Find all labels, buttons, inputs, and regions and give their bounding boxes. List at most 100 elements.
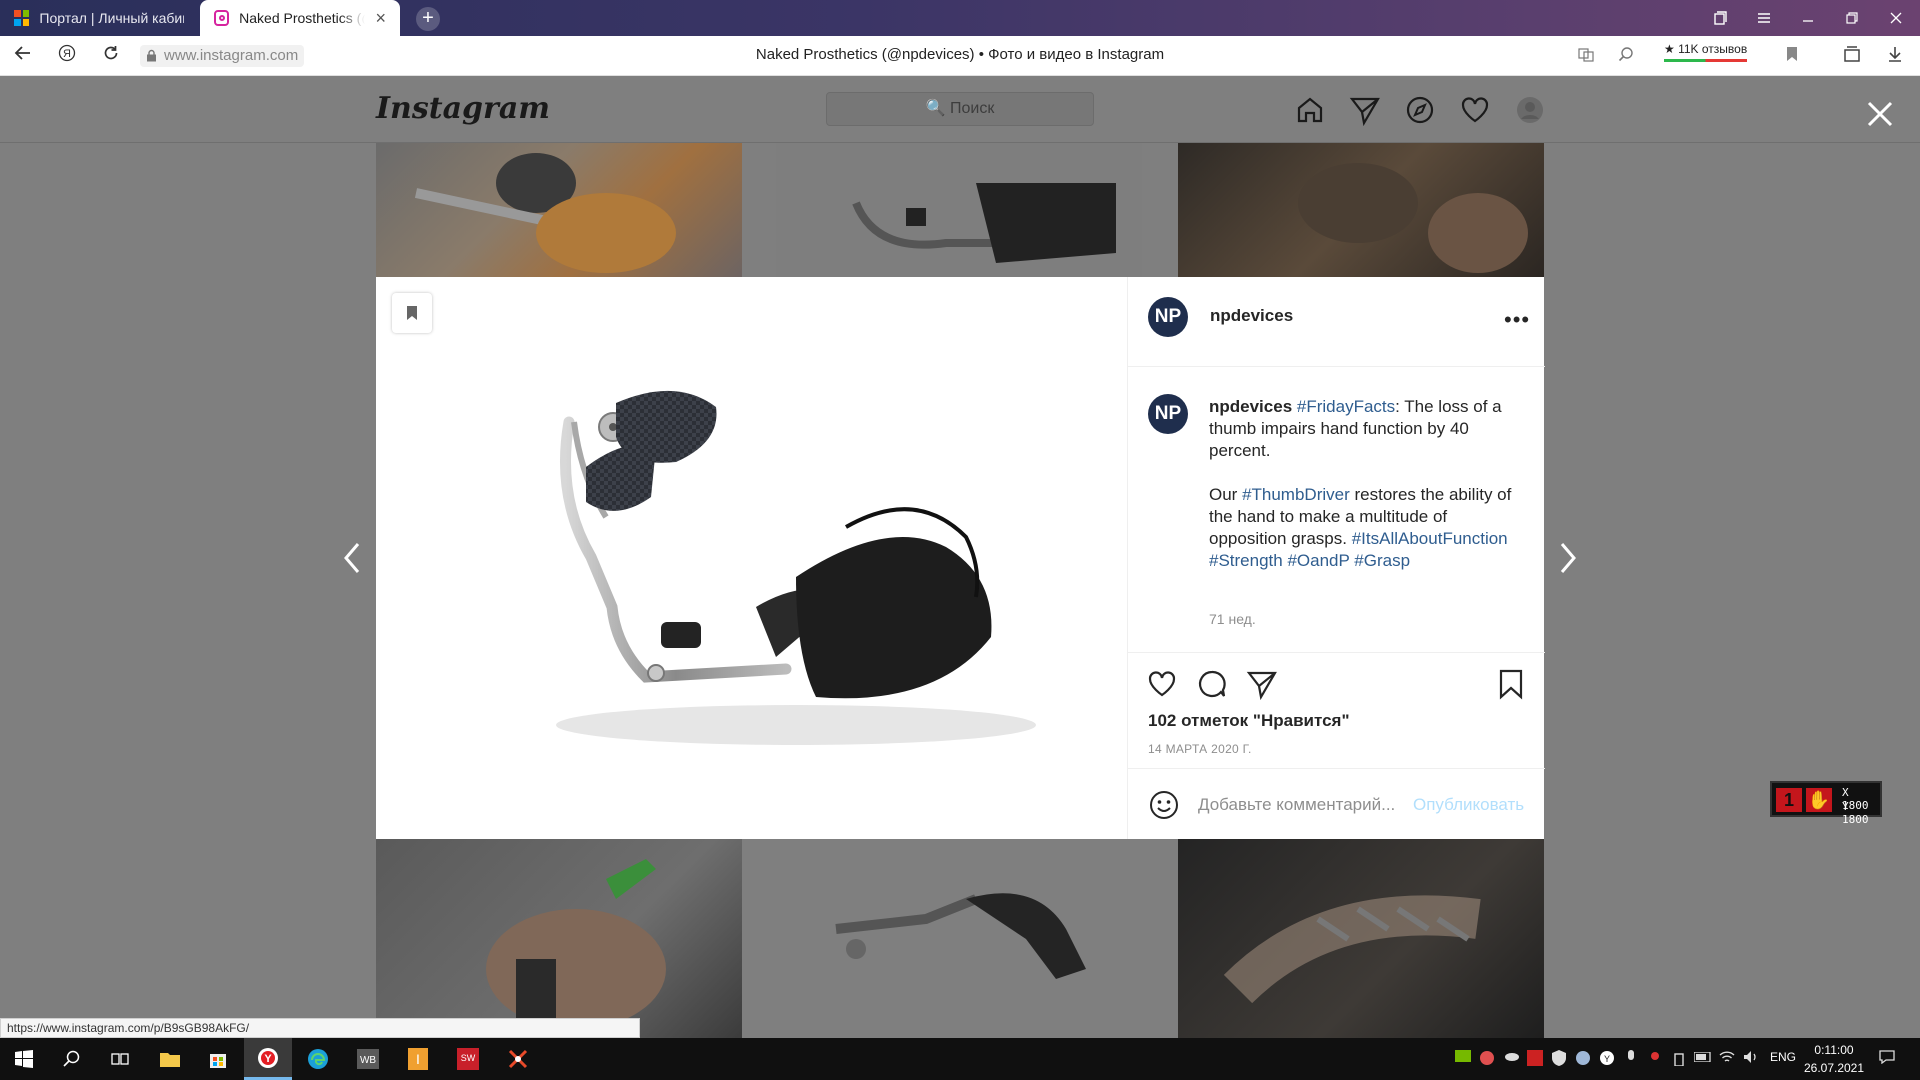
download-icon[interactable]	[1885, 46, 1905, 66]
start-windows-icon[interactable]	[0, 1038, 48, 1080]
tab-close-icon[interactable]: ×	[375, 8, 386, 29]
post-header: NP npdevices •••	[1128, 277, 1545, 367]
home-icon[interactable]	[1294, 94, 1326, 126]
comment-icon[interactable]	[1196, 668, 1228, 700]
like-heart-icon[interactable]	[1146, 668, 1178, 700]
mouse-coordinates-widget: 1 ✋ X 1800 Y 1800	[1770, 781, 1882, 826]
more-options-icon[interactable]: •••	[1504, 307, 1530, 333]
previous-arrow-icon[interactable]	[340, 540, 364, 576]
bookmark-icon[interactable]	[1782, 46, 1802, 66]
caption-avatar[interactable]: NP	[1148, 394, 1188, 434]
likes-label: отметок "Нравится"	[1176, 711, 1350, 730]
tabs-list-icon[interactable]	[1698, 0, 1742, 36]
hand-print-icon: ✋	[1806, 788, 1832, 812]
svg-text:SW: SW	[461, 1053, 476, 1063]
language-indicator[interactable]: ENG	[1770, 1050, 1796, 1064]
notifications-icon[interactable]	[1878, 1050, 1896, 1068]
store-icon[interactable]	[194, 1038, 242, 1080]
y-coordinate: Y 1800	[1842, 800, 1869, 826]
search-icon[interactable]	[48, 1038, 96, 1080]
emoji-icon[interactable]	[1148, 789, 1180, 821]
yandex-browser-icon[interactable]: Y	[244, 1038, 292, 1080]
grid-photo[interactable]	[1178, 143, 1544, 277]
tab-portal[interactable]: Портал | Личный кабинет	[0, 0, 198, 36]
hashtag-link[interactable]: #Grasp	[1354, 551, 1410, 570]
color-tray-icon[interactable]	[1478, 1050, 1496, 1068]
hashtag-link[interactable]: #ItsAllAboutFunction	[1352, 529, 1508, 548]
windows-logo-icon	[14, 10, 30, 26]
comment-bar: Добавьте комментарий... Опубликовать	[1128, 768, 1545, 839]
status-url: https://www.instagram.com/p/B9sGB98AkFG/	[0, 1018, 640, 1038]
edge-icon[interactable]	[294, 1038, 342, 1080]
file-explorer-icon[interactable]	[146, 1038, 194, 1080]
grid-photo[interactable]	[776, 839, 1142, 1038]
next-arrow-icon[interactable]	[1556, 540, 1580, 576]
collections-icon[interactable]	[1842, 46, 1862, 66]
caption-time-ago[interactable]: 71 нед.	[1209, 611, 1256, 627]
security-shield-icon[interactable]	[1550, 1050, 1568, 1068]
new-tab-button[interactable]: +	[416, 7, 440, 31]
app-i-icon[interactable]: I	[394, 1038, 442, 1080]
post-date: 14 МАРТА 2020 Г.	[1148, 742, 1252, 756]
post-sidebar: NP npdevices ••• NP npdevices #FridayFac…	[1127, 277, 1545, 839]
restore-icon[interactable]	[1830, 0, 1874, 36]
volume-icon[interactable]	[1742, 1050, 1760, 1068]
explore-icon[interactable]	[1404, 94, 1436, 126]
close-window-icon[interactable]	[1874, 0, 1918, 36]
taskbar-clock[interactable]: 0:11:00 26.07.2021	[1802, 1041, 1866, 1077]
post-author-username[interactable]: npdevices	[1210, 306, 1293, 326]
solidworks-icon[interactable]: SW	[444, 1038, 492, 1080]
save-bookmark-icon[interactable]	[1495, 668, 1527, 700]
save-to-collection-button[interactable]	[392, 293, 432, 333]
avatar[interactable]: NP	[1148, 297, 1188, 337]
translate-icon[interactable]	[1576, 46, 1596, 66]
task-view-icon[interactable]	[96, 1038, 144, 1080]
share-icon[interactable]	[1246, 668, 1278, 700]
caption-text: Our	[1209, 485, 1243, 504]
steam-icon[interactable]	[1574, 1050, 1592, 1068]
hashtag-link[interactable]: #ThumbDriver	[1242, 485, 1350, 504]
caption-username[interactable]: npdevices	[1209, 397, 1292, 416]
grid-photo[interactable]	[376, 143, 742, 277]
battery-icon[interactable]	[1693, 1050, 1712, 1068]
menu-icon[interactable]	[1742, 0, 1786, 36]
search-input[interactable]: 🔍 Поиск	[826, 92, 1094, 126]
comment-input[interactable]: Добавьте комментарий...	[1198, 795, 1395, 815]
hashtag-link[interactable]: #Strength	[1209, 551, 1283, 570]
post-photo[interactable]	[376, 277, 1127, 839]
snip-tool-icon[interactable]	[494, 1038, 542, 1080]
instagram-logo[interactable]: Instagram	[376, 91, 550, 126]
usb-icon[interactable]	[1670, 1050, 1688, 1068]
record-tray-icon[interactable]	[1646, 1050, 1664, 1068]
onedrive-icon[interactable]	[1502, 1050, 1520, 1068]
svg-text:Y: Y	[1604, 1054, 1610, 1064]
hashtag-link[interactable]: #OandP	[1287, 551, 1349, 570]
address-bar: Я www.instagram.com Naked Prosthetics (@…	[0, 36, 1920, 76]
grid-photo[interactable]	[1178, 839, 1544, 1038]
close-modal-icon[interactable]	[1866, 100, 1894, 128]
reviews-badge[interactable]: ★ 11K отзывов	[1664, 42, 1748, 62]
svg-text:Y: Y	[264, 1053, 272, 1065]
bookmark-icon	[407, 306, 417, 320]
nvidia-tray-icon[interactable]	[1454, 1050, 1472, 1068]
tab-instagram[interactable]: Naked Prosthetics (@npdevices) ×	[200, 0, 400, 36]
wb-app-icon[interactable]: WB	[344, 1038, 392, 1080]
direct-icon[interactable]	[1349, 94, 1381, 126]
yandex-tray-icon[interactable]: Y	[1598, 1050, 1616, 1068]
browser-tab-strip: Портал | Личный кабинет Naked Prosthetic…	[0, 0, 1920, 36]
wifi-icon[interactable]	[1718, 1050, 1736, 1068]
minimize-icon[interactable]	[1786, 0, 1830, 36]
grid-photo[interactable]	[376, 839, 742, 1038]
microphone-icon[interactable]	[1622, 1050, 1640, 1068]
antivirus-icon[interactable]	[1526, 1050, 1544, 1068]
app-logo-icon: 1	[1776, 788, 1802, 812]
post-caption: npdevices #FridayFacts: The loss of a th…	[1209, 396, 1519, 572]
thumb-driver-image	[556, 390, 1036, 745]
publish-button[interactable]: Опубликовать	[1413, 795, 1524, 815]
activity-heart-icon[interactable]	[1459, 94, 1491, 126]
grid-photo[interactable]	[776, 143, 1142, 277]
likes-count[interactable]: 102 отметок "Нравится"	[1148, 711, 1350, 731]
hashtag-link[interactable]: #FridayFacts	[1297, 397, 1395, 416]
zoom-icon[interactable]	[1616, 46, 1636, 66]
profile-avatar-icon[interactable]	[1514, 94, 1546, 126]
